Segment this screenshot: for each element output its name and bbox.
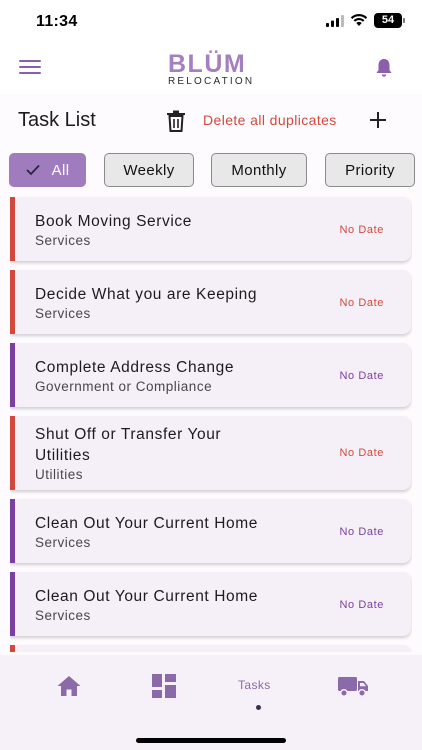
task-category: Services — [35, 233, 91, 248]
task-list-screen: 11:34 54 BLÜM RELOCATION Task List Delet… — [0, 0, 422, 750]
task-title: Clean Out Your Current Home — [35, 515, 258, 532]
nav-tasks[interactable]: Tasks — [238, 678, 271, 704]
filter-label: All — [51, 161, 70, 179]
task-card[interactable]: Decide What you are Keeping Services No … — [10, 270, 411, 334]
app-header: BLÜM RELOCATION — [0, 44, 422, 94]
priority-bar — [10, 270, 15, 334]
status-time: 11:34 — [36, 13, 78, 30]
trash-icon[interactable] — [166, 110, 186, 132]
task-title: Decide What you are Keeping — [35, 286, 258, 303]
task-title: Complete Address Change — [35, 359, 235, 376]
task-card[interactable]: Shut Off or Transfer Your Utilities Util… — [10, 416, 411, 490]
filter-label: Monthly — [231, 161, 287, 179]
logo-wordmark: BLÜM — [168, 50, 247, 78]
task-date: No Date — [339, 370, 384, 382]
menu-icon[interactable] — [19, 60, 41, 78]
bell-icon[interactable] — [372, 56, 396, 80]
task-title: Book Moving Service — [35, 213, 192, 230]
filter-weekly[interactable]: Weekly — [104, 153, 194, 187]
task-category: Services — [35, 608, 91, 623]
filter-all[interactable]: All — [9, 153, 86, 187]
priority-bar — [10, 416, 15, 490]
task-date: No Date — [339, 297, 384, 309]
task-card[interactable]: Clean Out Your Current Home Services No … — [10, 572, 411, 636]
priority-bar — [10, 645, 15, 652]
title-row: Task List Delete all duplicates — [0, 96, 422, 144]
filter-chips: All Weekly Monthly Priority — [0, 153, 422, 189]
task-card[interactable]: Book Moving Service Services No Date — [10, 197, 411, 261]
add-icon[interactable] — [368, 110, 388, 130]
active-indicator-dot — [256, 705, 261, 710]
task-card[interactable]: Clean Out Your Current Home Services No … — [10, 499, 411, 563]
priority-bar — [10, 343, 15, 407]
check-icon — [25, 164, 40, 176]
task-category: Utilities — [35, 467, 84, 482]
task-list: Book Moving Service Services No Date Dec… — [10, 196, 412, 652]
task-date: No Date — [339, 447, 384, 459]
filter-label: Weekly — [123, 161, 175, 179]
brand-logo: BLÜM RELOCATION — [168, 52, 258, 87]
priority-bar — [10, 572, 15, 636]
dashboard-icon[interactable] — [151, 673, 177, 699]
filter-label: Priority — [345, 161, 395, 179]
task-date: No Date — [339, 599, 384, 611]
battery-indicator: 54 — [374, 13, 405, 28]
status-bar: 11:34 54 — [0, 0, 422, 44]
signal-icon — [326, 15, 344, 27]
task-card[interactable]: Complete Address Change Government or Co… — [10, 343, 411, 407]
task-title: Clean Out Your Current Home — [35, 588, 258, 605]
logo-tagline: RELOCATION — [168, 76, 255, 87]
priority-bar — [10, 197, 15, 261]
page-title: Task List — [18, 109, 96, 131]
task-category: Government or Compliance — [35, 379, 213, 394]
filter-priority[interactable]: Priority — [325, 153, 415, 187]
home-indicator — [136, 738, 286, 743]
task-title: Shut Off or Transfer Your Utilities — [35, 426, 222, 464]
home-icon[interactable] — [56, 673, 82, 699]
task-date: No Date — [339, 526, 384, 538]
task-category: Services — [35, 535, 91, 550]
truck-icon[interactable] — [337, 673, 369, 699]
task-date: No Date — [339, 224, 384, 236]
task-card[interactable] — [10, 645, 411, 652]
filter-monthly[interactable]: Monthly — [211, 153, 307, 187]
bottom-navigation: Tasks — [0, 655, 422, 750]
delete-duplicates-button[interactable]: Delete all duplicates — [203, 112, 337, 128]
priority-bar — [10, 499, 15, 563]
wifi-icon — [350, 14, 368, 26]
task-category: Services — [35, 306, 91, 321]
